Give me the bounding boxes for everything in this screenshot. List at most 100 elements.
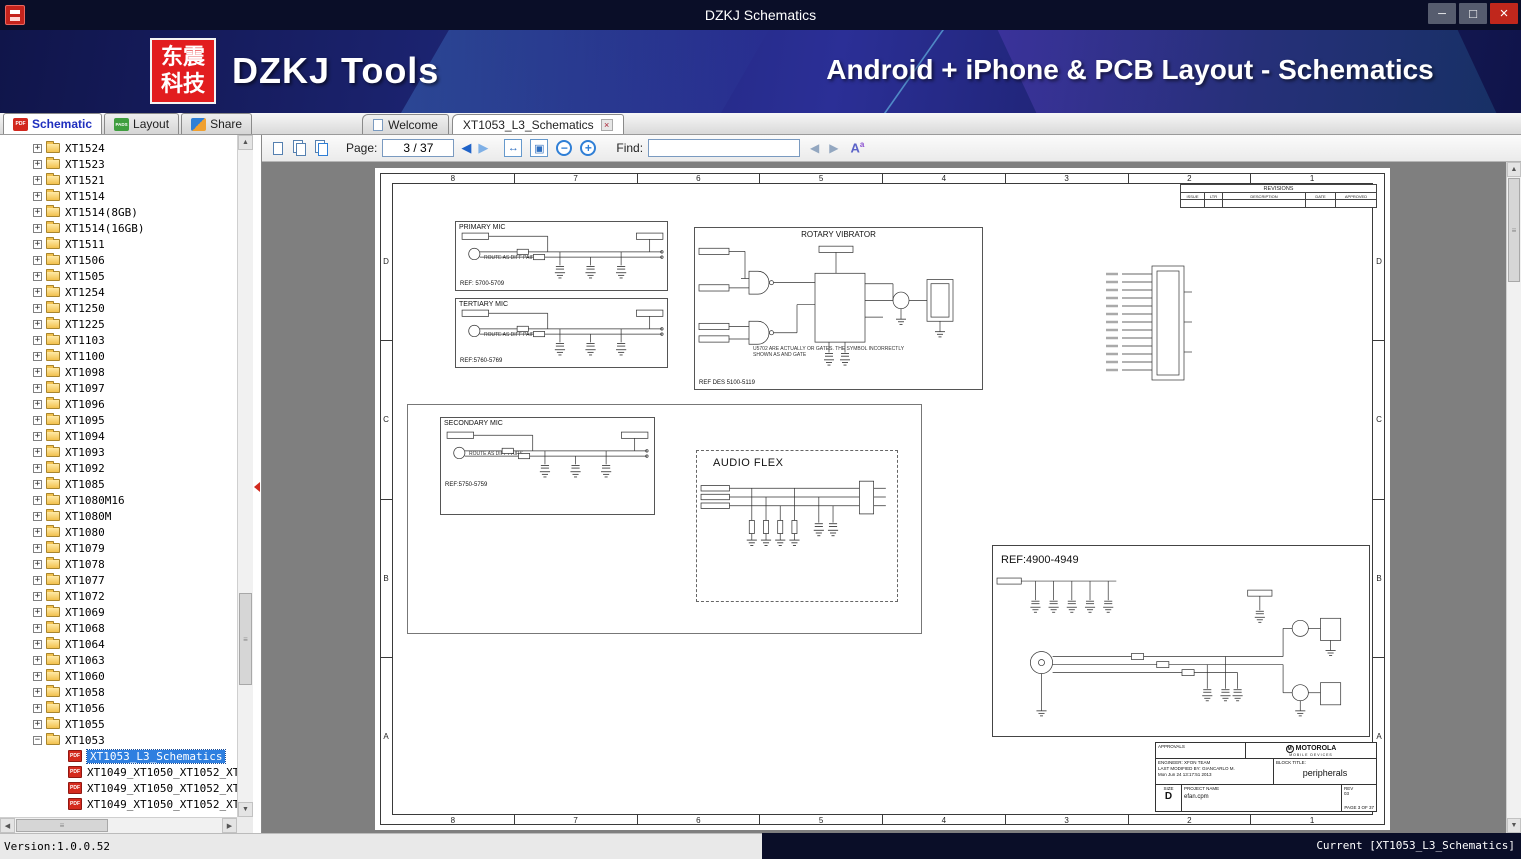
expander-icon[interactable]: [33, 431, 42, 441]
expander-icon[interactable]: [33, 607, 42, 617]
collapse-icon[interactable]: [33, 735, 42, 745]
tree-folder[interactable]: XT1524: [0, 140, 237, 156]
viewer-vertical-scrollbar[interactable]: ▲ ≡ ▼: [1506, 162, 1521, 833]
tree-folder[interactable]: XT1085: [0, 476, 237, 492]
tree-folder[interactable]: XT1100: [0, 348, 237, 364]
tree-folder[interactable]: XT1064: [0, 636, 237, 652]
tree-folder[interactable]: XT1092: [0, 460, 237, 476]
expander-icon[interactable]: [33, 239, 42, 249]
continuous-pages-icon[interactable]: [312, 138, 332, 158]
expander-icon[interactable]: [33, 591, 42, 601]
expander-icon[interactable]: [33, 575, 42, 585]
expander-icon[interactable]: [33, 223, 42, 233]
previous-page-icon[interactable]: [461, 140, 471, 156]
tree-document[interactable]: PDF XT1049_XT1050_XT1052_XT10: [0, 780, 237, 796]
tree-folder[interactable]: XT1254: [0, 284, 237, 300]
tree-folder[interactable]: XT1521: [0, 172, 237, 188]
expander-icon[interactable]: [33, 319, 42, 329]
scrollbar-thumb[interactable]: ≡: [16, 819, 108, 832]
expander-icon[interactable]: [33, 143, 42, 153]
tree-folder[interactable]: XT1250: [0, 300, 237, 316]
expander-icon[interactable]: [33, 271, 42, 281]
font-size-icon[interactable]: Aa: [851, 140, 865, 155]
single-page-icon[interactable]: [268, 138, 288, 158]
tree-document[interactable]: PDF XT1049_XT1050_XT1052_XT10: [0, 764, 237, 780]
doc-tab-welcome[interactable]: Welcome: [362, 114, 449, 134]
expander-icon[interactable]: [33, 511, 42, 521]
tree-folder[interactable]: XT1079: [0, 540, 237, 556]
tree-folder[interactable]: XT1063: [0, 652, 237, 668]
tree-folder[interactable]: XT1514: [0, 188, 237, 204]
tree-folder[interactable]: XT1511: [0, 236, 237, 252]
close-tab-icon[interactable]: ×: [600, 118, 613, 131]
expander-icon[interactable]: [33, 479, 42, 489]
tree-folder-expanded[interactable]: XT1053: [0, 732, 237, 748]
doc-tab-xt1053-l3-schematics[interactable]: XT1053_L3_Schematics ×: [451, 114, 624, 134]
close-button[interactable]: [1490, 3, 1518, 24]
minimize-button[interactable]: [1428, 3, 1456, 24]
page-input[interactable]: [382, 139, 455, 157]
scroll-down-icon[interactable]: ▼: [1507, 818, 1521, 833]
tree-folder[interactable]: XT1095: [0, 412, 237, 428]
maximize-button[interactable]: [1459, 3, 1487, 24]
tree-folder[interactable]: XT1514(8GB): [0, 204, 237, 220]
expander-icon[interactable]: [33, 367, 42, 377]
expander-icon[interactable]: [33, 687, 42, 697]
tree-folder[interactable]: XT1080M16: [0, 492, 237, 508]
tree-folder[interactable]: XT1094: [0, 428, 237, 444]
expander-icon[interactable]: [33, 191, 42, 201]
expander-icon[interactable]: [33, 399, 42, 409]
expander-icon[interactable]: [33, 623, 42, 633]
expander-icon[interactable]: [33, 719, 42, 729]
facing-pages-icon[interactable]: [290, 138, 310, 158]
expander-icon[interactable]: [33, 463, 42, 473]
expander-icon[interactable]: [33, 175, 42, 185]
tree-folder[interactable]: XT1505: [0, 268, 237, 284]
tree-folder[interactable]: XT1069: [0, 604, 237, 620]
scroll-down-icon[interactable]: ▼: [238, 802, 253, 817]
fit-page-icon[interactable]: [530, 139, 549, 157]
expander-icon[interactable]: [33, 543, 42, 553]
tree-vertical-scrollbar[interactable]: ▲ ≡ ▼: [237, 135, 253, 817]
scroll-right-icon[interactable]: ▶: [222, 818, 237, 833]
expander-icon[interactable]: [33, 447, 42, 457]
zoom-in-icon[interactable]: [580, 140, 597, 156]
tree-folder[interactable]: XT1056: [0, 700, 237, 716]
tree-folder[interactable]: XT1068: [0, 620, 237, 636]
tree-document[interactable]: PDF XT1053_L3_Schematics: [0, 748, 237, 764]
tree-folder[interactable]: XT1103: [0, 332, 237, 348]
tab-layout[interactable]: PADS Layout: [104, 113, 180, 134]
tree-folder[interactable]: XT1097: [0, 380, 237, 396]
tree-folder[interactable]: XT1072: [0, 588, 237, 604]
expander-icon[interactable]: [33, 655, 42, 665]
expander-icon[interactable]: [33, 287, 42, 297]
expander-icon[interactable]: [33, 703, 42, 713]
tree-folder[interactable]: XT1225: [0, 316, 237, 332]
tree-folder[interactable]: XT1077: [0, 572, 237, 588]
tree-folder[interactable]: XT1096: [0, 396, 237, 412]
expander-icon[interactable]: [33, 255, 42, 265]
fit-width-icon[interactable]: [504, 139, 523, 157]
scroll-left-icon[interactable]: ◀: [0, 818, 15, 833]
panel-collapse-icon[interactable]: [254, 482, 260, 492]
tree-document[interactable]: PDF XT1049_XT1050_XT1052_XT10: [0, 796, 237, 812]
expander-icon[interactable]: [33, 639, 42, 649]
expander-icon[interactable]: [33, 559, 42, 569]
expander-icon[interactable]: [33, 207, 42, 217]
find-next-icon[interactable]: [829, 141, 838, 155]
tree-folder[interactable]: XT1060: [0, 668, 237, 684]
next-page-icon[interactable]: [478, 140, 488, 156]
scroll-up-icon[interactable]: ▲: [238, 135, 253, 150]
find-previous-icon[interactable]: [810, 141, 819, 155]
tree-folder[interactable]: XT1058: [0, 684, 237, 700]
expander-icon[interactable]: [33, 415, 42, 425]
tree-folder[interactable]: XT1098: [0, 364, 237, 380]
expander-icon[interactable]: [33, 303, 42, 313]
tree-folder[interactable]: XT1514(16GB): [0, 220, 237, 236]
expander-icon[interactable]: [33, 335, 42, 345]
tab-share[interactable]: SShare: [181, 113, 253, 134]
tree-folder[interactable]: XT1078: [0, 556, 237, 572]
scrollbar-thumb[interactable]: ≡: [1508, 178, 1520, 282]
tab-schematic[interactable]: PDF Schematic: [3, 113, 103, 134]
find-input[interactable]: [648, 139, 801, 157]
